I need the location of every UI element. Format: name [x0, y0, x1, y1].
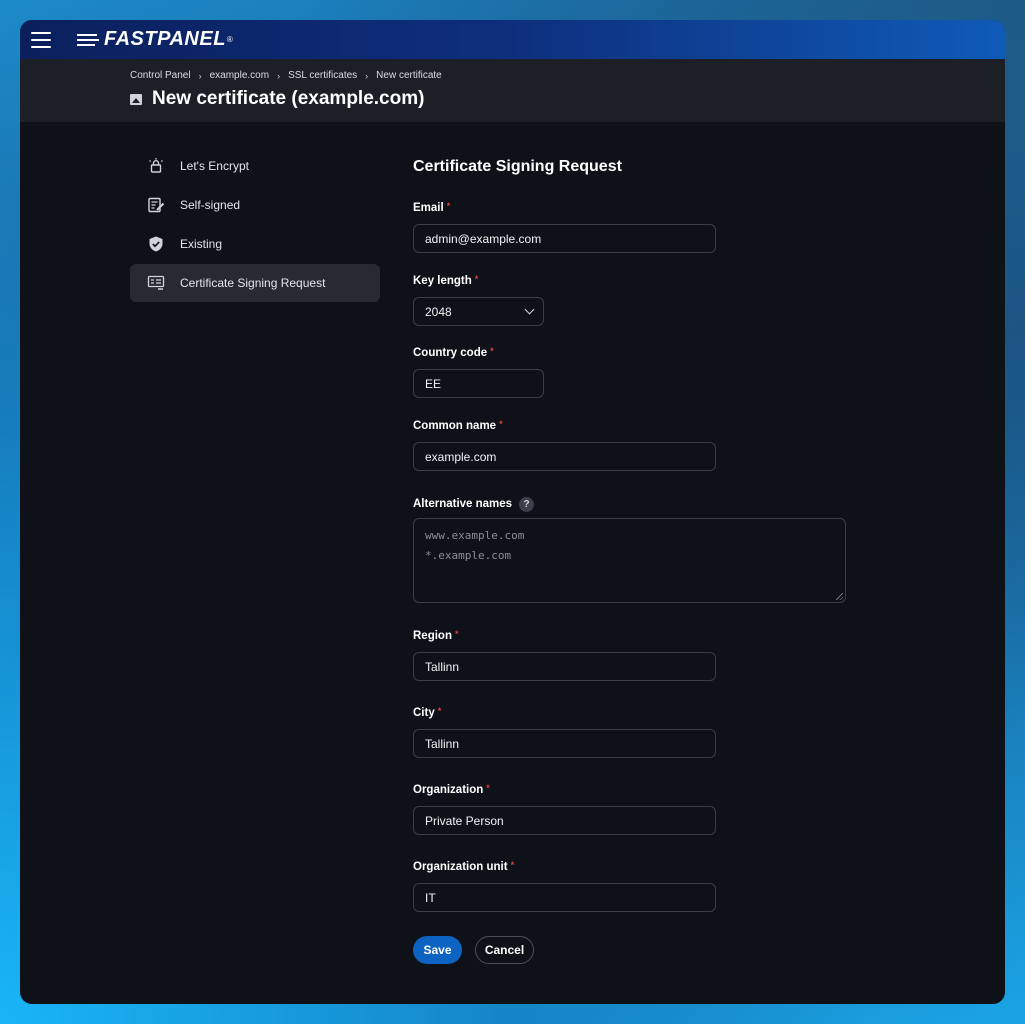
required-indicator: * [499, 419, 503, 429]
breadcrumb: Control Panel › example.com › SSL certif… [130, 70, 1005, 81]
breadcrumb-new-certificate: New certificate [376, 70, 442, 81]
request-list-icon [147, 274, 165, 292]
app-window: FASTPANEL ® Control Panel › example.com … [20, 20, 1005, 1004]
sidebar-item-existing[interactable]: Existing [130, 225, 380, 263]
common-name-input[interactable]: example.com [413, 442, 716, 471]
breadcrumb-ssl-certificates[interactable]: SSL certificates [288, 70, 357, 81]
chevron-right-icon: › [277, 70, 281, 81]
common-name-field-group: Common name * example.com [413, 420, 853, 471]
email-label: Email [413, 202, 444, 214]
key-length-label: Key length [413, 275, 472, 287]
alternative-names-textarea[interactable]: www.example.com *.example.com [413, 518, 846, 603]
email-field-group: Email * admin@example.com [413, 202, 853, 253]
region-label: Region [413, 630, 452, 642]
city-label: City [413, 707, 435, 719]
required-indicator: * [510, 860, 515, 870]
sidebar-item-label: Existing [180, 237, 223, 251]
placeholder-line: www.example.com [425, 529, 525, 542]
country-code-input[interactable]: EE [413, 369, 544, 398]
resize-handle-icon[interactable] [836, 593, 843, 600]
organization-label: Organization [413, 784, 484, 796]
country-code-label: Country code [413, 347, 488, 359]
region-input[interactable]: Tallinn [413, 652, 716, 681]
required-indicator: * [486, 783, 490, 793]
logo-registered-mark: ® [226, 35, 233, 44]
cancel-button[interactable]: Cancel [475, 936, 534, 964]
organization-input[interactable]: Private Person [413, 806, 716, 835]
required-indicator: * [437, 706, 442, 716]
breadcrumb-domain[interactable]: example.com [210, 70, 269, 81]
required-indicator: * [474, 274, 479, 284]
help-icon[interactable]: ? [519, 497, 535, 512]
logo-icon [77, 33, 99, 47]
logo[interactable]: FASTPANEL ® [77, 28, 233, 51]
chevron-down-icon [524, 304, 535, 315]
top-bar: FASTPANEL ® [20, 20, 1005, 59]
document-edit-icon [147, 196, 165, 214]
region-field-group: Region * Tallinn [413, 630, 853, 681]
page-title: New certificate (example.com) [152, 88, 425, 109]
sidebar-item-label: Self-signed [180, 198, 241, 212]
form-actions: Save Cancel [413, 936, 853, 964]
page-header: Control Panel › example.com › SSL certif… [20, 59, 1005, 122]
organization-field-group: Organization * Private Person [413, 784, 853, 835]
sidebar-item-certificate-signing-request[interactable]: Certificate Signing Request [130, 264, 380, 302]
menu-icon[interactable] [31, 31, 51, 48]
form-title: Certificate Signing Request [413, 158, 622, 175]
sidebar-item-label: Certificate Signing Request [180, 276, 326, 290]
required-indicator: * [454, 629, 459, 639]
csr-form: Certificate Signing Request Email * admin… [413, 158, 853, 964]
organization-unit-field-group: Organization unit * IT [413, 861, 853, 912]
email-input[interactable]: admin@example.com [413, 224, 716, 253]
alternative-names-field-group: Alternative names? www.example.com *.exa… [413, 497, 853, 603]
key-length-value: 2048 [425, 304, 452, 319]
alternative-names-label: Alternative names [413, 498, 513, 510]
logo-text: FASTPANEL [104, 28, 226, 50]
country-code-field-group: Country code * EE [413, 347, 853, 398]
save-button[interactable]: Save [413, 936, 462, 964]
sidebar-item-label: Let's Encrypt [180, 159, 249, 173]
city-input[interactable]: Tallinn [413, 729, 716, 758]
city-field-group: City * Tallinn [413, 707, 853, 758]
placeholder-line: *.example.com [425, 549, 512, 562]
organization-unit-label: Organization unit [413, 861, 508, 873]
common-name-label: Common name [413, 420, 497, 432]
chevron-right-icon: › [198, 70, 202, 81]
required-indicator: * [446, 201, 451, 211]
key-length-select[interactable]: 2048 [413, 297, 544, 326]
organization-unit-input[interactable]: IT [413, 883, 716, 912]
key-length-field-group: Key length * 2048 [413, 275, 853, 326]
chevron-right-icon: › [365, 70, 369, 81]
certificate-type-nav: Let's Encrypt Self-signed Existing Certi… [130, 147, 380, 303]
certificate-icon [130, 93, 142, 105]
shield-check-icon [147, 235, 165, 253]
sidebar-item-self-signed[interactable]: Self-signed [130, 186, 380, 224]
required-indicator: * [490, 346, 494, 356]
lock-alert-icon [147, 157, 165, 175]
sidebar-item-lets-encrypt[interactable]: Let's Encrypt [130, 147, 380, 185]
breadcrumb-control-panel[interactable]: Control Panel [130, 70, 191, 81]
